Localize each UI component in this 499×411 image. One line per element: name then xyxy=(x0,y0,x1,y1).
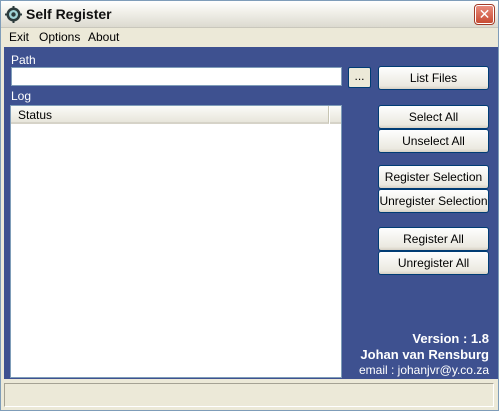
version-text: Version : 1.8 xyxy=(412,331,489,346)
list-files-button[interactable]: List Files xyxy=(378,66,489,90)
close-button[interactable]: ✕ xyxy=(474,4,495,25)
close-icon: ✕ xyxy=(478,6,491,22)
menu-bar: Exit Options About xyxy=(1,28,498,47)
column-header-filler xyxy=(330,106,341,124)
app-window: Self Register ✕ Exit Options About Path … xyxy=(0,0,499,411)
register-all-button[interactable]: Register All xyxy=(378,227,489,251)
select-all-button[interactable]: Select All xyxy=(378,105,489,129)
unselect-all-button[interactable]: Unselect All xyxy=(378,129,489,153)
menu-options[interactable]: Options xyxy=(39,29,80,46)
window-title: Self Register xyxy=(26,6,112,22)
email-text: email : johanjvr@y.co.za xyxy=(358,363,489,377)
register-selection-button[interactable]: Register Selection xyxy=(378,165,489,189)
menu-about[interactable]: About xyxy=(88,29,119,46)
app-gear-icon xyxy=(5,6,22,23)
log-list[interactable]: Status xyxy=(10,105,342,378)
title-bar[interactable]: Self Register ✕ xyxy=(1,1,498,28)
unregister-selection-button[interactable]: Unregister Selection xyxy=(378,189,489,213)
author-text: Johan van Rensburg xyxy=(360,347,489,362)
menu-exit[interactable]: Exit xyxy=(9,29,29,46)
status-column-label: Status xyxy=(18,108,53,122)
path-input[interactable] xyxy=(11,67,342,86)
path-label: Path xyxy=(11,53,36,67)
browse-button[interactable]: ... xyxy=(348,67,371,88)
status-column-header[interactable]: Status xyxy=(11,106,329,124)
main-panel: Path ... Log Status List Files Select Al… xyxy=(4,47,498,379)
status-bar xyxy=(4,383,494,407)
unregister-all-button[interactable]: Unregister All xyxy=(378,251,489,275)
log-label: Log xyxy=(11,89,32,103)
